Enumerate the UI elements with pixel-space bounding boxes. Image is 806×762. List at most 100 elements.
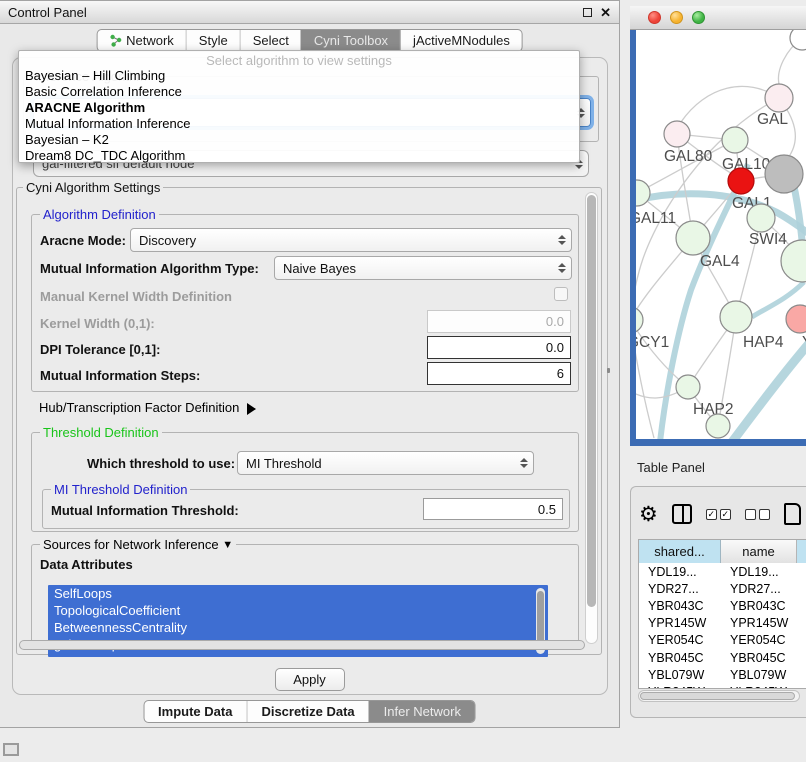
- gear-icon[interactable]: ⚙: [639, 504, 658, 525]
- cyni-algorithm-settings-group: Cyni Algorithm Settings Algorithm Defini…: [16, 187, 602, 655]
- node-gal10[interactable]: [722, 127, 748, 153]
- table-row[interactable]: YDL19...YDL19...13: [639, 563, 806, 580]
- close-icon[interactable]: ✕: [600, 6, 611, 19]
- table-cell: YLR345W: [721, 683, 797, 689]
- tab-impute-data[interactable]: Impute Data: [144, 701, 246, 722]
- tab-jactivemnodules[interactable]: jActiveMNodules: [400, 30, 522, 51]
- node-label-gal80: GAL80: [664, 148, 713, 165]
- network-icon: [109, 34, 122, 47]
- data-attribute-item[interactable]: BetweennessCentrality: [48, 619, 548, 636]
- settings-group-label: Cyni Algorithm Settings: [23, 180, 163, 195]
- table-cell: YBR045C: [721, 649, 797, 666]
- table-horizontal-scrollbar[interactable]: [638, 690, 800, 702]
- export-table-icon[interactable]: [784, 503, 801, 525]
- which-threshold-label: Which threshold to use:: [87, 456, 235, 471]
- which-threshold-combo[interactable]: MI Threshold: [237, 451, 534, 475]
- node-gray-node[interactable]: [765, 155, 803, 193]
- table-cell: 12: [797, 580, 806, 597]
- control-panel-titlebar: Control Panel ✕: [0, 1, 619, 24]
- table-cell: YER054C: [639, 632, 721, 649]
- columns-icon[interactable]: [672, 504, 692, 524]
- table-row[interactable]: YBL079WYBL079W: [639, 666, 806, 683]
- tab-style[interactable]: Style: [186, 30, 240, 51]
- aracne-mode-value: Discovery: [139, 233, 552, 248]
- deselect-all-columns-icon[interactable]: [745, 509, 770, 520]
- settings-horizontal-scrollbar[interactable]: [19, 640, 585, 652]
- table-cell: 9.: [797, 649, 806, 666]
- network-canvas[interactable]: GALGAL80GAL10GAL1GAL11SWI4GAL4GCY1HAP4YH…: [636, 30, 806, 439]
- table-header-row: shared...nameA: [639, 540, 806, 563]
- node-hap4[interactable]: [720, 301, 752, 333]
- node-hap2[interactable]: [676, 375, 700, 399]
- sources-group: Sources for Network Inference ▼ Data Att…: [31, 544, 579, 650]
- table-row[interactable]: YLR345WYLR345W9.: [639, 683, 806, 689]
- control-panel-window: Control Panel ✕ Network Style Select Cyn…: [0, 0, 620, 728]
- network-view-window: GALGAL80GAL10GAL1GAL11SWI4GAL4GCY1HAP4YH…: [630, 6, 806, 446]
- algorithm-dropdown-placeholder: Select algorithm to view settings: [19, 53, 579, 68]
- splitter-handle[interactable]: [607, 368, 610, 373]
- algorithm-option[interactable]: Mutual Information Inference: [19, 116, 579, 132]
- tab-select[interactable]: Select: [240, 30, 301, 51]
- algorithm-option[interactable]: Dream8 DC_TDC Algorithm: [19, 148, 579, 164]
- node-gal80[interactable]: [664, 121, 690, 147]
- column-header[interactable]: name: [721, 540, 797, 563]
- kernel-width-field[interactable]: 0.0: [427, 310, 571, 333]
- select-all-columns-icon[interactable]: ✓✓: [706, 509, 731, 520]
- data-attribute-item[interactable]: TopologicalCoefficient: [48, 602, 548, 619]
- tab-network[interactable]: Network: [97, 30, 186, 51]
- table-cell: 9.: [797, 683, 806, 689]
- minimize-traffic-button[interactable]: [670, 11, 683, 24]
- stepper-icon: [556, 263, 567, 273]
- mi-threshold-field[interactable]: 0.5: [423, 498, 563, 520]
- settings-vertical-scrollbar[interactable]: [585, 192, 598, 644]
- table-row[interactable]: YBR043CYBR043C: [639, 597, 806, 614]
- zoom-traffic-button[interactable]: [692, 11, 705, 24]
- column-header[interactable]: A: [797, 540, 806, 563]
- algorithm-option[interactable]: Bayesian – Hill Climbing: [19, 68, 579, 84]
- network-window-titlebar: [630, 6, 806, 30]
- node-attribute-table[interactable]: shared...nameA YDL19...YDL19...13YDR27..…: [638, 539, 806, 689]
- mi-steps-value: 6: [557, 366, 564, 381]
- algorithm-option[interactable]: ARACNE Algorithm: [19, 100, 579, 116]
- table-row[interactable]: YBR045CYBR045C9.: [639, 649, 806, 666]
- node-gal-top[interactable]: [765, 84, 793, 112]
- sources-group-label[interactable]: Sources for Network Inference ▼: [40, 537, 236, 552]
- node-label-gal4: GAL4: [700, 253, 740, 270]
- table-row[interactable]: YDR27...YDR27...12: [639, 580, 806, 597]
- sources-title: Sources for Network Inference: [43, 537, 219, 552]
- apply-button[interactable]: Apply: [275, 668, 345, 691]
- table-row[interactable]: YPR145WYPR145W9.: [639, 615, 806, 632]
- node-gal4[interactable]: [676, 221, 710, 255]
- threshold-definition-group: Threshold Definition Which threshold to …: [31, 432, 579, 532]
- algorithm-option[interactable]: Basic Correlation Inference: [19, 84, 579, 100]
- tab-infer-network[interactable]: Infer Network: [369, 701, 475, 722]
- table-cell: YBR043C: [639, 597, 721, 614]
- node-salmon-node[interactable]: [786, 305, 806, 333]
- table-row[interactable]: YER054CYER054C8.: [639, 632, 806, 649]
- threshold-definition-label: Threshold Definition: [40, 425, 162, 440]
- tab-discretize-data[interactable]: Discretize Data: [246, 701, 368, 722]
- algorithm-option[interactable]: Bayesian – K2: [19, 132, 579, 148]
- hub-transcription-section[interactable]: Hub/Transcription Factor Definition: [39, 400, 256, 415]
- node-partial-bottom[interactable]: [706, 414, 730, 438]
- tab-cyni-toolbox[interactable]: Cyni Toolbox: [301, 30, 400, 51]
- close-traffic-button[interactable]: [648, 11, 661, 24]
- algorithm-dropdown-popup: Select algorithm to view settings Bayesi…: [18, 50, 580, 163]
- data-attribute-item[interactable]: SelfLoops: [48, 585, 548, 602]
- manual-kernel-width-label: Manual Kernel Width Definition: [40, 289, 232, 304]
- aracne-mode-combo[interactable]: Discovery: [130, 228, 572, 252]
- float-panel-icon[interactable]: [583, 8, 592, 17]
- column-header[interactable]: shared...: [639, 540, 721, 563]
- node-gal1[interactable]: [728, 168, 754, 194]
- node-gcy1[interactable]: [636, 307, 643, 333]
- dock-panel-icon[interactable]: [3, 743, 19, 756]
- table-cell: 9.: [797, 615, 806, 632]
- mi-steps-field[interactable]: 6: [427, 362, 571, 385]
- manual-kernel-width-checkbox[interactable]: [554, 287, 568, 301]
- mi-algorithm-type-combo[interactable]: Naive Bayes: [274, 256, 572, 280]
- node-swi4[interactable]: [747, 204, 775, 232]
- node-label-hap4: HAP4: [743, 334, 784, 351]
- table-cell: YBL079W: [721, 666, 797, 683]
- mi-threshold-definition-label: MI Threshold Definition: [51, 482, 190, 497]
- dpi-tolerance-field[interactable]: 0.0: [427, 336, 571, 359]
